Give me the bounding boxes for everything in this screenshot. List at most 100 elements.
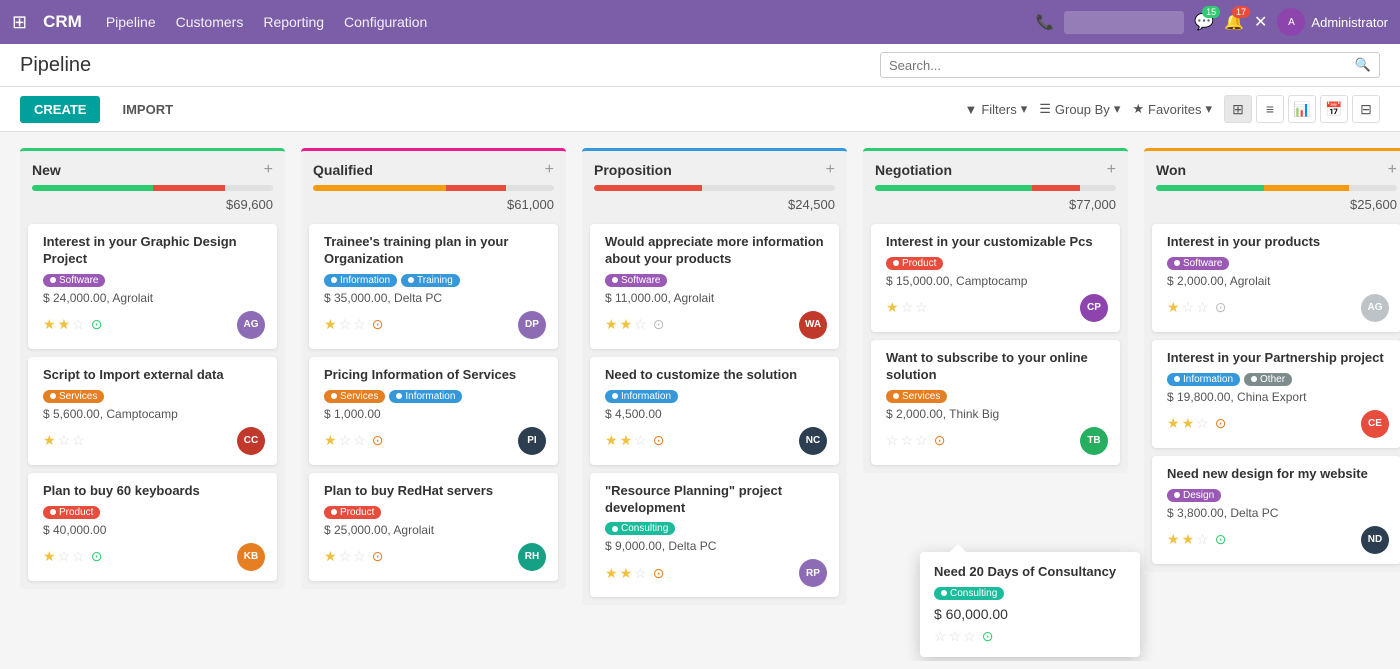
calendar-view-button[interactable]: 📅 — [1320, 95, 1348, 123]
card-amount: $ 9,000.00, Delta PC — [605, 539, 827, 553]
kanban-card[interactable]: Want to subscribe to your online solutio… — [871, 340, 1120, 465]
bell-icon-wrap: 🔔 17 — [1224, 12, 1244, 32]
kanban-card[interactable]: Need new design for my website Design $ … — [1152, 456, 1400, 564]
card-tag: Design — [1167, 489, 1221, 502]
kanban-card[interactable]: Script to Import external data Services … — [28, 357, 277, 465]
filters-button[interactable]: ▼ Filters ▾ — [964, 101, 1027, 117]
card-footer: ★★☆ ⊙ RP — [605, 559, 827, 587]
card-stars: ☆☆☆ — [886, 432, 928, 449]
list-view-button[interactable]: ≡ — [1256, 95, 1284, 123]
status-icon: ⊙ — [1215, 415, 1227, 432]
kanban-card[interactable]: Would appreciate more information about … — [590, 224, 839, 349]
card-tags: Product — [43, 506, 265, 519]
popup-stars: ☆ ☆ ☆ — [934, 628, 976, 645]
column-add-button[interactable]: + — [1107, 161, 1116, 179]
kanban-view-button[interactable]: ⊞ — [1224, 95, 1252, 123]
card-tag: Information — [389, 390, 462, 403]
close-icon[interactable]: ✕ — [1254, 12, 1267, 32]
search-icon: 🔍 — [1355, 57, 1371, 73]
progress-segment — [446, 185, 506, 191]
progress-segment — [1156, 185, 1264, 191]
card-avatar: NC — [799, 427, 827, 455]
kanban-card[interactable]: Pricing Information of Services Services… — [309, 357, 558, 465]
menu-reporting[interactable]: Reporting — [263, 14, 324, 30]
status-icon: ⊙ — [1215, 299, 1227, 316]
chart-view-button[interactable]: 📊 — [1288, 95, 1316, 123]
column-add-button[interactable]: + — [264, 161, 273, 179]
menu-customers[interactable]: Customers — [176, 14, 244, 30]
star-icon: ★ — [1132, 101, 1144, 117]
card-title: Plan to buy 60 keyboards — [43, 483, 265, 500]
groupby-chevron: ▾ — [1114, 101, 1121, 117]
card-stars: ★☆☆ — [1167, 299, 1209, 316]
progress-segment — [313, 185, 446, 191]
card-avatar: DP — [518, 311, 546, 339]
menu-pipeline[interactable]: Pipeline — [106, 14, 156, 30]
card-amount: $ 19,800.00, China Export — [1167, 390, 1389, 404]
card-amount: $ 5,600.00, Camptocamp — [43, 407, 265, 421]
card-tags: Services — [886, 390, 1108, 403]
nav-search[interactable] — [1064, 11, 1184, 34]
column-cards: Trainee's training plan in your Organiza… — [301, 220, 566, 589]
card-amount: $ 24,000.00, Agrolait — [43, 291, 265, 305]
kanban-card[interactable]: Plan to buy RedHat servers Product $ 25,… — [309, 473, 558, 581]
card-footer: ☆☆☆ ⊙ TB — [886, 427, 1108, 455]
favorites-button[interactable]: ★ Favorites ▾ — [1132, 101, 1212, 117]
kanban-card[interactable]: Trainee's training plan in your Organiza… — [309, 224, 558, 349]
card-avatar: AG — [237, 311, 265, 339]
admin-menu[interactable]: A Administrator — [1277, 8, 1388, 36]
kanban-card[interactable]: Interest in your customizable Pcs Produc… — [871, 224, 1120, 332]
progress-segment — [506, 185, 554, 191]
column-add-button[interactable]: + — [545, 161, 554, 179]
card-stars: ★☆☆ — [324, 548, 366, 565]
kanban-card[interactable]: Interest in your Graphic Design Project … — [28, 224, 277, 349]
card-tag: Product — [43, 506, 100, 519]
search-input[interactable] — [889, 58, 1355, 73]
card-tag: Information — [324, 274, 397, 287]
phone-icon[interactable]: 📞 — [1035, 13, 1054, 31]
status-icon: ⊙ — [372, 316, 384, 333]
card-title: Need to customize the solution — [605, 367, 827, 384]
column-proposition: Proposition + $24,500 Would appreciate m… — [582, 148, 847, 605]
kanban-card[interactable]: Need to customize the solution Informati… — [590, 357, 839, 465]
kanban-card[interactable]: "Resource Planning" project development … — [590, 473, 839, 598]
card-amount: $ 3,800.00, Delta PC — [1167, 506, 1389, 520]
column-qualified: Qualified + $61,000 Trainee's training p… — [301, 148, 566, 589]
kanban-card[interactable]: Interest in your Partnership project Inf… — [1152, 340, 1400, 448]
menu-configuration[interactable]: Configuration — [344, 14, 427, 30]
apps-icon[interactable]: ⊞ — [12, 12, 27, 33]
status-icon: ⊙ — [653, 316, 665, 333]
popup-title: Need 20 Days of Consultancy — [934, 564, 1126, 581]
column-won: Won + $25,600 Interest in your products … — [1144, 148, 1400, 572]
column-add-button[interactable]: + — [1388, 161, 1397, 179]
card-amount: $ 4,500.00 — [605, 407, 827, 421]
grid-view-button[interactable]: ⊟ — [1352, 95, 1380, 123]
card-footer: ★☆☆ CP — [886, 294, 1108, 322]
card-avatar: CP — [1080, 294, 1108, 322]
kanban-card[interactable]: Interest in your products Software $ 2,0… — [1152, 224, 1400, 332]
progress-segment — [594, 185, 702, 191]
bell-badge: 17 — [1232, 6, 1250, 18]
card-stars: ★★☆ — [1167, 531, 1209, 548]
column-add-button[interactable]: + — [826, 161, 835, 179]
search-bar[interactable]: 🔍 — [880, 52, 1380, 78]
column-title: Won — [1156, 162, 1186, 178]
column-amount: $61,000 — [301, 195, 566, 220]
popup-tag: Consulting — [934, 587, 1004, 600]
popup-card[interactable]: Need 20 Days of Consultancy Consulting $… — [920, 552, 1140, 657]
subheader: Pipeline 🔍 — [0, 44, 1400, 87]
create-button[interactable]: CREATE — [20, 96, 100, 123]
card-tag: Software — [605, 274, 667, 287]
kanban-card[interactable]: Plan to buy 60 keyboards Product $ 40,00… — [28, 473, 277, 581]
progress-segment — [1032, 185, 1080, 191]
card-title: Interest in your Partnership project — [1167, 350, 1389, 367]
column-progress — [1156, 185, 1397, 191]
column-progress — [313, 185, 554, 191]
progress-segment — [1264, 185, 1348, 191]
card-tags: Services — [43, 390, 265, 403]
admin-label: Administrator — [1311, 15, 1388, 30]
card-title: Trainee's training plan in your Organiza… — [324, 234, 546, 268]
import-button[interactable]: IMPORT — [108, 96, 187, 123]
card-footer: ★☆☆ ⊙ AG — [1167, 294, 1389, 322]
groupby-button[interactable]: ☰ Group By ▾ — [1039, 101, 1120, 117]
